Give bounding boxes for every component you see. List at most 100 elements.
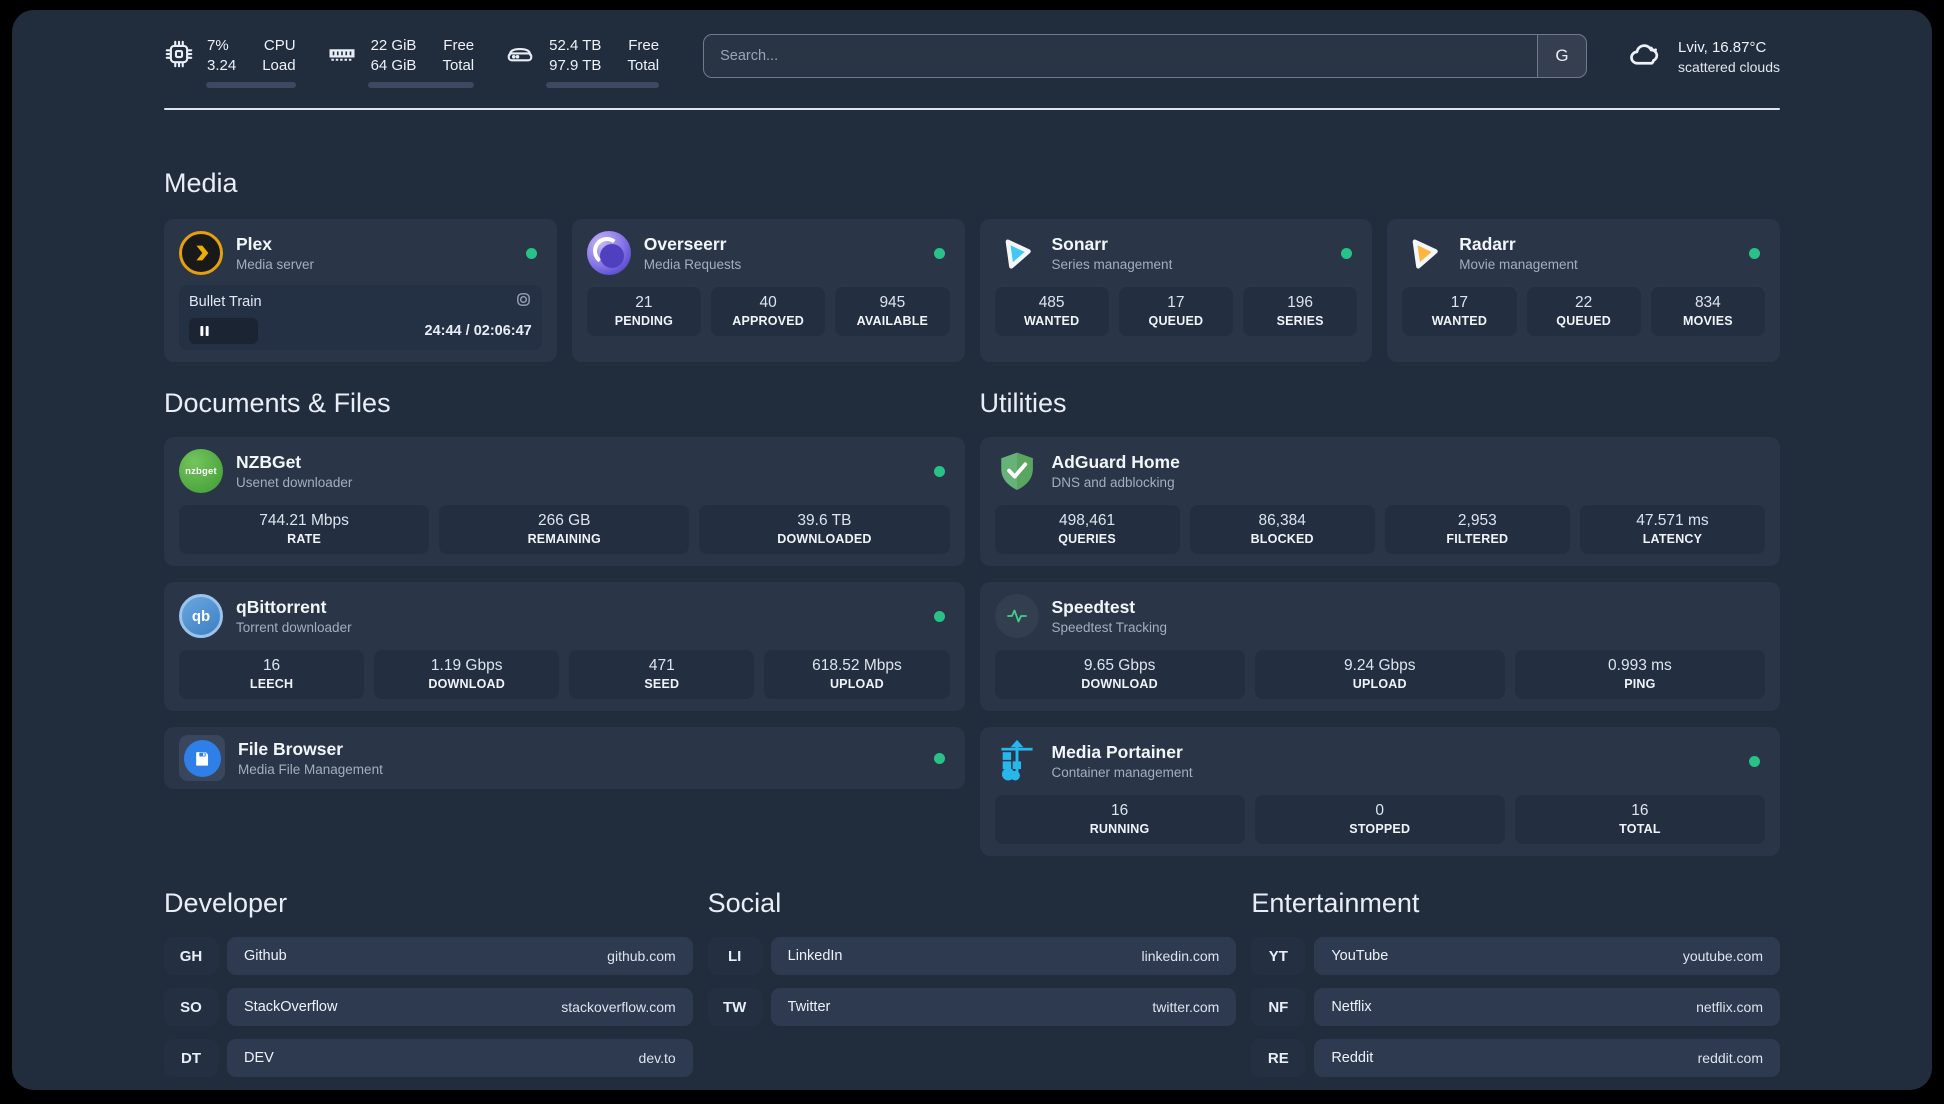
session-icon[interactable] [515,291,532,313]
cloud-icon [1625,37,1665,78]
stat-wanted: 17 WANTED [1402,287,1517,336]
social-section: Social LI LinkedIn linkedin.com TW Twitt… [707,888,1237,1090]
stat-download: 1.19 Gbps DOWNLOAD [374,650,560,699]
app-desc: Container management [1051,764,1193,780]
cpu-progress-bar [206,82,296,89]
now-playing-panel: Bullet Train 24:44 / 02:06:47 [179,285,542,350]
stat-seed: 471 SEED [569,650,755,699]
disk-total-label: Total [627,57,660,74]
stat-ping: 0.993 ms PING [1514,650,1765,699]
app-card-speedtest[interactable]: Speedtest Speedtest Tracking 9.65 Gbps DO… [979,582,1780,711]
link-twitter[interactable]: TW Twitter twitter.com [707,988,1237,1026]
overseerr-icon [586,231,631,275]
stat-series: 196 SERIES [1243,287,1358,336]
ram-progress-bar [367,82,475,89]
app-card-adguard[interactable]: AdGuard Home DNS and adblocking 498,461 Q… [979,437,1780,566]
ram-icon [326,39,358,74]
link-stackoverflow[interactable]: SO StackOverflow stackoverflow.com [164,988,693,1026]
disk-free-label: Free [628,36,660,54]
stat-total: 16 TOTAL [1514,795,1765,844]
app-desc: DNS and adblocking [1051,474,1175,490]
link-url: netflix.com [1696,999,1763,1015]
filebrowser-icon [179,735,225,781]
stat-running: 16 RUNNING [994,795,1245,844]
status-dot [933,247,945,259]
status-dot [933,752,945,764]
link-url: dev.to [638,1050,676,1066]
search-input[interactable] [704,35,1538,77]
cpu-icon [164,39,194,74]
top-bar: 7% 3.24 CPU Load 22 GiB 64 GiB Free Tota… [164,34,1780,90]
app-name: File Browser [238,739,344,760]
link-badge: LI [707,937,762,975]
section-title-documents: Documents & Files [164,388,391,418]
link-url: youtube.com [1682,948,1763,964]
plex-icon [179,231,223,275]
link-dev[interactable]: DT DEV dev.to [164,1039,693,1077]
app-card-nzbget[interactable]: nzbget NZBGet Usenet downloader 744.21 M… [164,437,965,566]
link-badge: TW [707,988,762,1026]
app-name: Media Portainer [1051,742,1183,763]
google-search-button[interactable]: G [1537,35,1587,77]
stat-queued: 22 QUEUED [1526,287,1641,336]
stat-rate: 744.21 Mbps RATE [179,505,430,554]
link-url: twitter.com [1152,999,1220,1015]
weather-condition: scattered clouds [1678,58,1780,75]
ram-total-label: Total [442,57,475,74]
app-card-radarr[interactable]: Radarr Movie management 17 WANTED 22 QUEUE… [1387,219,1780,362]
app-card-plex[interactable]: Plex Media server Bullet Train 24:44 / 0… [164,219,557,362]
app-card-portainer[interactable]: Media Portainer Container management 16 R… [979,727,1780,856]
app-desc: Media File Management [238,761,383,777]
stat-remaining: 266 GB REMAINING [439,505,690,554]
disk-icon [504,39,536,74]
link-name: Github [244,948,287,964]
app-name: Overseerr [643,234,727,255]
app-card-qbittorrent[interactable]: qb qBittorrent Torrent downloader 16 LEEC… [164,582,965,711]
stat-latency: 47.571 ms LATENCY [1579,505,1765,554]
disk-progress-bar [546,82,660,89]
playback-progress-track: 24:44 / 02:06:47 [189,318,532,344]
stat-upload: 9.24 Gbps UPLOAD [1254,650,1505,699]
link-badge: RE [1251,1039,1306,1077]
link-badge: SO [164,988,218,1026]
link-url: stackoverflow.com [561,999,676,1015]
link-netflix[interactable]: NF Netflix netflix.com [1251,988,1780,1026]
stat-movies: 834 MOVIES [1650,287,1765,336]
pause-icon [200,325,209,337]
cpu-load-value: 3.24 [207,57,237,74]
app-desc: Media server [236,256,315,272]
link-github[interactable]: GH Github github.com [164,937,693,975]
app-desc: Torrent downloader [236,619,352,635]
sonarr-icon [995,231,1039,275]
link-linkedin[interactable]: LI LinkedIn linkedin.com [707,937,1237,975]
stat-download: 9.65 Gbps DOWNLOAD [994,650,1245,699]
ram-total-value: 64 GiB [370,57,417,74]
pause-button[interactable] [189,318,258,344]
link-reddit[interactable]: RE Reddit reddit.com [1251,1039,1780,1077]
qbittorrent-icon: qb [179,594,223,638]
link-badge: NF [1251,988,1306,1026]
link-badge: GH [164,937,218,975]
app-desc: Movie management [1459,256,1578,272]
link-youtube[interactable]: YT YouTube youtube.com [1251,937,1780,975]
app-card-sonarr[interactable]: Sonarr Series management 485 WANTED 17 QUE… [979,219,1373,362]
app-desc: Usenet downloader [236,474,353,490]
media-grid: Plex Media server Bullet Train 24:44 / 0… [164,219,1780,362]
ram-free-label: Free [443,36,475,54]
stat-pending: 21 PENDING [586,287,701,336]
app-card-filebrowser[interactable]: File Browser Media File Management [164,727,965,789]
cpu-label: CPU [263,36,296,54]
status-dot [933,610,945,622]
adguard-icon [995,449,1039,493]
app-name: Sonarr [1051,234,1108,255]
dashboard-panel: 7% 3.24 CPU Load 22 GiB 64 GiB Free Tota… [12,10,1932,1090]
app-card-overseerr[interactable]: Overseerr Media Requests 21 PENDING 40 APP… [571,219,965,362]
link-name: YouTube [1331,948,1389,964]
link-url: github.com [607,948,676,964]
header-divider [164,108,1780,110]
weather-location-temp: Lviv, 16.87°C [1678,38,1767,56]
link-badge: YT [1251,937,1306,975]
app-name: qBittorrent [236,597,327,618]
link-name: LinkedIn [787,948,843,964]
link-url: linkedin.com [1141,948,1220,964]
